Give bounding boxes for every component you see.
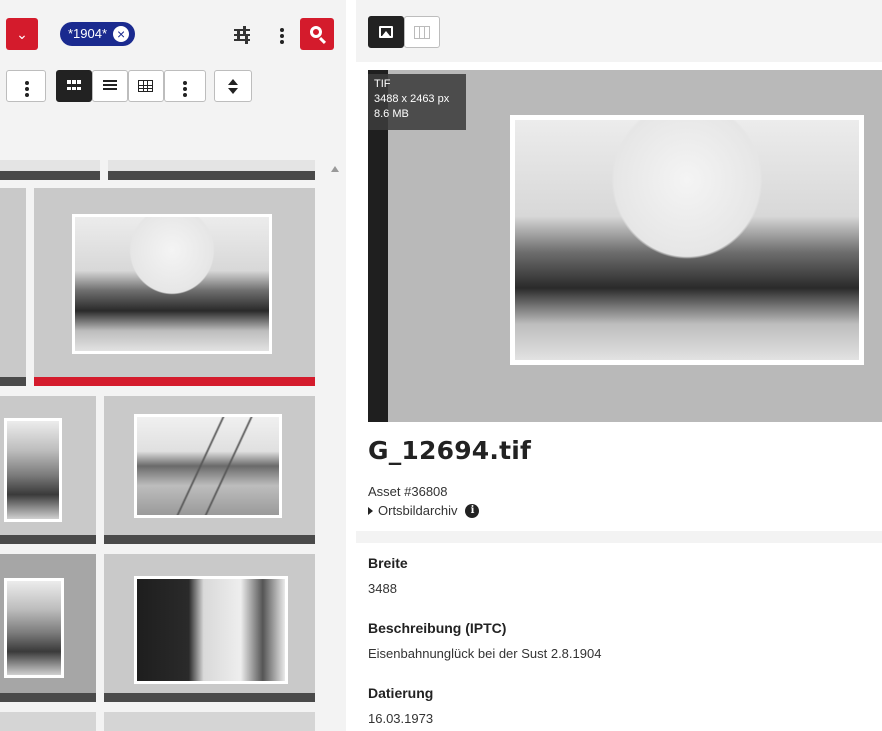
tune-icon[interactable] [234,26,250,44]
sort-icon [228,79,238,95]
asset-tile-selected[interactable] [34,188,315,386]
asset-tile[interactable] [0,712,96,731]
view-more-button[interactable] [164,70,206,102]
kebab-icon [183,79,187,99]
asset-thumbnail [4,418,62,522]
field-value-datierung: 16.03.1973 [368,711,434,726]
asset-preview-image [510,115,864,365]
search-scope-dropdown[interactable]: ⌄ [6,18,38,50]
field-value-breite: 3488 [368,581,397,596]
asset-thumbnail [72,214,272,354]
archive-name: Ortsbildarchiv [378,503,458,518]
info-icon[interactable]: i [465,503,480,518]
asset-id: Asset #36808 [368,484,448,499]
kebab-icon [25,79,29,99]
grid-view-button[interactable] [56,70,92,102]
grid-view-icon [67,80,81,92]
field-value-beschreibung: Eisenbahnunglück bei der Sust 2.8.1904 [368,646,602,661]
selection-indicator [34,377,315,386]
asset-thumbnail [134,576,288,684]
file-size: 8.6 MB [374,108,409,120]
archive-toggle[interactable]: Ortsbildarchiv i [368,503,480,518]
scroll-up-icon[interactable] [331,166,339,172]
file-info-badge: TIF 3488 x 2463 px 8.6 MB [368,74,466,130]
results-scrollbar[interactable] [328,160,342,731]
detail-pane: TIF 3488 x 2463 px 8.6 MB G_12694.tif As… [356,0,882,731]
asset-tile[interactable] [108,160,315,180]
section-divider [356,531,882,543]
asset-tile[interactable] [0,396,96,544]
sort-button[interactable] [214,70,252,102]
close-icon[interactable]: × [113,26,130,42]
table-view-icon [138,80,153,92]
search-term-label: *1904* [68,26,108,41]
asset-thumbnail [4,578,64,678]
image-dimensions: 3488 x 2463 px [374,93,450,105]
image-viewer[interactable]: TIF 3488 x 2463 px 8.6 MB [368,70,882,422]
search-bar: ⌄ *1904* × [0,14,346,56]
table-view-button[interactable] [128,70,164,102]
asset-tile[interactable] [0,188,26,386]
file-type: TIF [374,78,391,90]
app-root: ⌄ *1904* × TIF 3488 x 2463 px 8.6 MB G_1… [0,0,882,731]
map-view-button[interactable] [404,16,440,48]
asset-tile[interactable] [0,160,100,180]
asset-tile[interactable] [0,554,96,702]
list-view-button[interactable] [92,70,128,102]
asset-tile[interactable] [104,712,315,731]
asset-title: G_12694.tif [368,436,532,465]
field-label-beschreibung: Beschreibung (IPTC) [368,620,507,636]
view-toolbar [0,70,346,104]
detail-toolbar [356,0,882,62]
list-view-icon [103,80,117,92]
search-button[interactable] [300,18,334,50]
field-label-datierung: Datierung [368,685,434,701]
results-pane: ⌄ *1904* × [0,0,346,731]
map-icon [414,26,430,39]
image-icon [379,26,393,38]
more-options-button[interactable] [6,70,46,102]
kebab-icon[interactable] [280,26,284,46]
search-term-chip[interactable]: *1904* × [60,22,136,46]
field-label-breite: Breite [368,555,408,571]
asset-tile[interactable] [104,396,315,544]
asset-thumbnail [134,414,282,518]
image-view-button[interactable] [368,16,404,48]
chevron-down-icon: ⌄ [16,26,28,42]
asset-tile[interactable] [104,554,315,702]
caret-right-icon [368,506,373,515]
